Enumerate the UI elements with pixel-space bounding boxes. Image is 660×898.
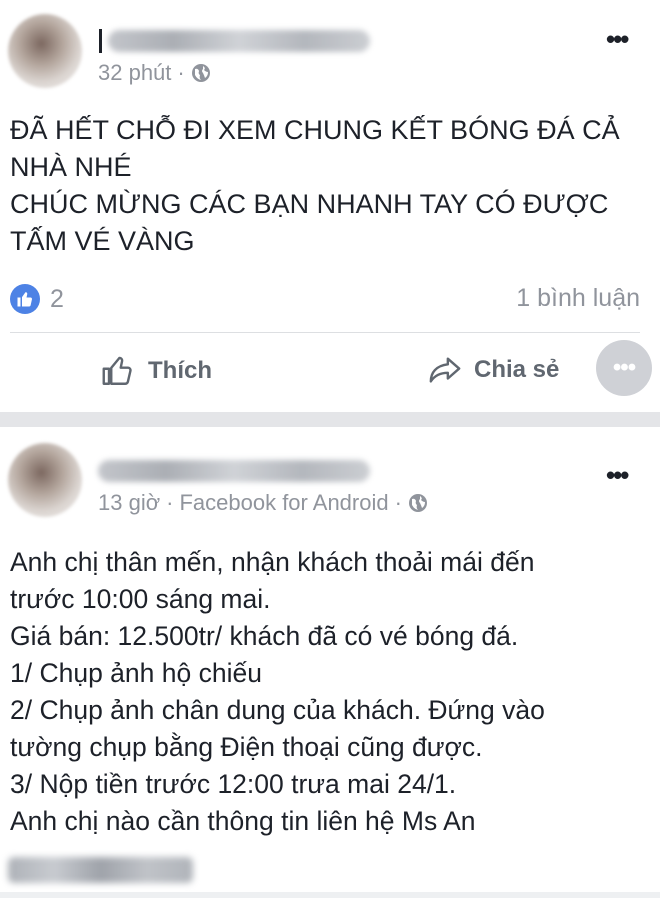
meta-separator: · (394, 490, 402, 515)
reaction-count: 2 (50, 284, 64, 313)
author-name-blurred[interactable] (108, 30, 370, 52)
avatar[interactable] (8, 443, 82, 517)
like-icon (10, 284, 40, 314)
author-name-initial (99, 29, 102, 53)
more-actions-button[interactable]: ••• (596, 340, 652, 396)
post-card: 13 giờ · Facebook for Android · ••• Anh … (0, 427, 660, 898)
post-meta: 32 phút · (98, 60, 211, 86)
share-button[interactable]: Chia sẻ (428, 353, 559, 387)
post-time[interactable]: 13 giờ (98, 490, 160, 516)
feed-separator (0, 412, 660, 427)
post-body: ĐÃ HẾT CHỖ ĐI XEM CHUNG KẾT BÓNG ĐÁ CẢ N… (10, 112, 620, 260)
meta-separator: · (166, 490, 174, 515)
like-label: Thích (148, 357, 212, 384)
post-text-line: Anh chị nào cần thông tin liên hệ Ms An (10, 806, 476, 836)
post-text-line: Giá bán: 12.500tr/ khách đã có vé bóng đ… (10, 621, 519, 651)
like-button[interactable]: Thích (100, 353, 212, 389)
more-options-button[interactable]: ••• (606, 462, 629, 488)
comment-count[interactable]: 1 bình luận (516, 284, 640, 313)
post-text-line: 3/ Nộp tiền trước 12:00 trưa mai 24/1. (10, 769, 457, 799)
post-text-line: TẤM VÉ VÀNG (10, 226, 195, 256)
more-options-button[interactable]: ••• (606, 26, 629, 52)
globe-icon (408, 494, 427, 512)
post-text-line: 2/ Chụp ảnh chân dung của khách. Đứng và… (10, 695, 545, 725)
post-text-line: Anh chị thân mến, nhận khách thoải mái đ… (10, 547, 535, 577)
post-text-line: 1/ Chụp ảnh hộ chiếu (10, 658, 262, 688)
post-body: Anh chị thân mến, nhận khách thoải mái đ… (10, 544, 545, 840)
share-label: Chia sẻ (474, 356, 560, 383)
post-meta: 13 giờ · Facebook for Android · (98, 490, 428, 516)
post-text-line: ĐÃ HẾT CHỖ ĐI XEM CHUNG KẾT BÓNG ĐÁ CẢ (10, 115, 620, 145)
post-time[interactable]: 32 phút (98, 60, 171, 86)
bottom-edge (0, 892, 660, 898)
meta-separator: · (177, 60, 185, 85)
share-icon (429, 357, 461, 383)
avatar[interactable] (8, 14, 82, 88)
reaction-summary[interactable]: 2 (10, 284, 64, 314)
thumbs-up-icon (102, 356, 132, 385)
post-card: 32 phút · ••• ĐÃ HẾT CHỖ ĐI XEM CHUNG KẾ… (0, 0, 660, 412)
post-text-line: tường chụp bằng Điện thoại cũng được. (10, 732, 483, 762)
post-text-line: trước 10:00 sáng mai. (10, 584, 271, 614)
globe-icon (191, 64, 210, 82)
post-text-line: CHÚC MỪNG CÁC BẠN NHANH TAY CÓ ĐƯỢC (10, 189, 609, 219)
divider (10, 332, 640, 333)
post-text-line: NHÀ NHÉ (10, 152, 132, 182)
author-name-blurred[interactable] (98, 460, 370, 482)
post-source: Facebook for Android (179, 490, 389, 515)
phone-number-blurred (8, 857, 193, 883)
